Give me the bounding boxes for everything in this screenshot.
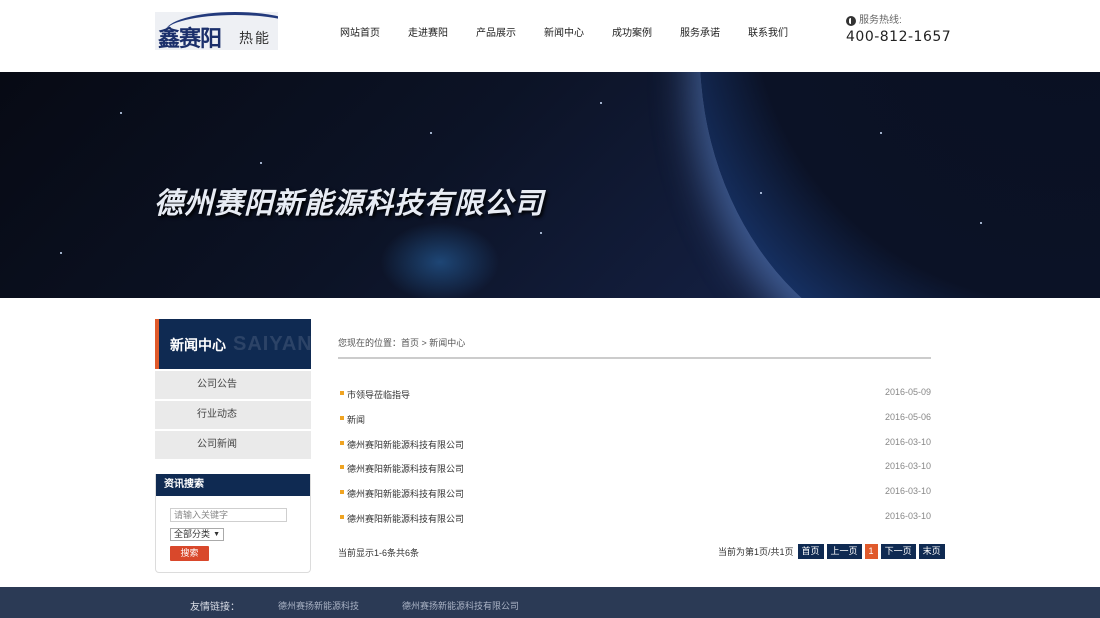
star	[120, 112, 122, 114]
last-page-button[interactable]: 末页	[918, 544, 945, 559]
nav-about[interactable]: 走进赛阳	[394, 27, 462, 41]
first-page-button[interactable]: 首页	[797, 544, 824, 559]
friend-links-label: 友情链接：	[190, 602, 240, 613]
news-date: 2016-03-10	[884, 486, 931, 497]
bullet-icon	[340, 490, 344, 495]
search-button[interactable]: 搜索	[170, 546, 209, 561]
news-list: 市领导莅临指导 2016-05-09 新闻 2016-05-06 德州赛阳新能源…	[338, 386, 931, 535]
nav-contact[interactable]: 联系我们	[734, 27, 802, 41]
news-date: 2016-03-10	[884, 436, 931, 447]
news-date: 2016-05-09	[884, 387, 931, 397]
star	[430, 132, 432, 134]
nav-service[interactable]: 服务承诺	[666, 27, 734, 41]
nav-cases[interactable]: 成功案例	[598, 27, 666, 41]
hero-banner: 德州赛阳新能源科技有限公司	[0, 72, 1100, 298]
news-title[interactable]: 德州赛阳新能源科技有限公司	[347, 487, 464, 500]
sidebar-header: SAIYANG 新闻中心	[155, 319, 311, 369]
divider	[338, 357, 931, 359]
pager-info: 当前显示1-6条共6条	[338, 548, 420, 558]
prev-page-button[interactable]: 上一页	[826, 544, 862, 559]
category-select[interactable]: 全部分类 ▼	[170, 528, 224, 541]
bullet-icon	[340, 440, 344, 445]
sidebar-watermark: SAIYANG	[233, 333, 311, 355]
footer: 友情链接： 德州赛扬新能源科技 德州赛扬新能源科技有限公司	[0, 587, 1100, 618]
list-item[interactable]: 德州赛阳新能源科技有限公司 2016-03-10	[338, 485, 931, 510]
category-select-value: 全部分类	[174, 529, 211, 539]
star	[980, 222, 982, 224]
star	[540, 232, 542, 234]
main-nav: 网站首页 走进赛阳 产品展示 新闻中心 成功案例 服务承诺 联系我们	[326, 27, 802, 41]
news-date: 2016-05-06	[884, 411, 931, 422]
pagination: 当前为第1页/共1页 首页 上一页 1 下一页 末页	[718, 544, 945, 559]
bullet-icon	[340, 465, 344, 470]
logo-sub-text: 热能	[239, 31, 271, 47]
current-page[interactable]: 1	[864, 544, 878, 559]
star	[600, 102, 602, 104]
friend-link[interactable]: 德州赛扬新能源科技	[278, 599, 359, 612]
chevron-down-icon: ▼	[213, 531, 220, 538]
banner-glow	[380, 222, 500, 298]
star	[760, 192, 762, 194]
list-item[interactable]: 德州赛阳新能源科技有限公司 2016-03-10	[338, 510, 931, 535]
next-page-button[interactable]: 下一页	[880, 544, 916, 559]
logo[interactable]: 鑫赛阳 热能	[155, 12, 278, 50]
hotline: 服务热线: 400-812-1657	[846, 15, 951, 45]
nav-products[interactable]: 产品展示	[462, 27, 530, 41]
news-title[interactable]: 市领导莅临指导	[347, 388, 410, 401]
star	[60, 252, 62, 254]
banner-title: 德州赛阳新能源科技有限公司	[154, 186, 545, 220]
news-title[interactable]: 新闻	[347, 413, 365, 426]
hotline-label: 服务热线:	[846, 15, 951, 27]
site-header: 鑫赛阳 热能 网站首页 走进赛阳 产品展示 新闻中心 成功案例 服务承诺 联系我…	[0, 0, 1100, 72]
friend-link[interactable]: 德州赛扬新能源科技有限公司	[402, 599, 519, 612]
search-title: 资讯搜索	[156, 474, 310, 496]
sidebar-item-company-news[interactable]: 公司新闻	[155, 431, 311, 459]
hotline-label-text: 服务热线:	[859, 15, 902, 26]
bullet-icon	[340, 391, 344, 395]
news-title[interactable]: 德州赛阳新能源科技有限公司	[347, 438, 464, 451]
sidebar-accent-bar	[155, 319, 159, 369]
breadcrumb: 您现在的位置：首页 > 新闻中心	[338, 338, 466, 348]
news-title[interactable]: 德州赛阳新能源科技有限公司	[347, 462, 464, 475]
phone-icon	[846, 16, 856, 26]
sidebar: SAIYANG 新闻中心 公司公告 行业动态 公司新闻	[155, 319, 311, 459]
search-panel: 资讯搜索 请输入关键字 全部分类 ▼ 搜索	[155, 474, 311, 573]
hotline-number: 400-812-1657	[846, 29, 952, 45]
sidebar-item-industry[interactable]: 行业动态	[155, 401, 311, 429]
sidebar-title: 新闻中心	[170, 337, 226, 353]
search-input[interactable]: 请输入关键字	[170, 508, 287, 522]
star	[880, 132, 882, 134]
nav-home[interactable]: 网站首页	[326, 27, 394, 41]
sidebar-item-announcements[interactable]: 公司公告	[155, 371, 311, 399]
news-date: 2016-03-10	[884, 461, 931, 472]
planet-graphic	[700, 72, 1100, 298]
page-indicator: 当前为第1页/共1页	[718, 547, 794, 557]
news-title[interactable]: 德州赛阳新能源科技有限公司	[347, 512, 464, 525]
bullet-icon	[340, 514, 344, 519]
list-item[interactable]: 德州赛阳新能源科技有限公司 2016-03-10	[338, 436, 931, 461]
list-item[interactable]: 新闻 2016-05-06	[338, 411, 931, 436]
bullet-icon	[340, 415, 344, 420]
list-item[interactable]: 德州赛阳新能源科技有限公司 2016-03-10	[338, 460, 931, 485]
news-date: 2016-03-10	[884, 510, 931, 521]
logo-main-text: 鑫赛阳	[158, 26, 222, 50]
star	[260, 162, 262, 164]
list-item[interactable]: 市领导莅临指导 2016-05-09	[338, 386, 931, 411]
nav-news[interactable]: 新闻中心	[530, 27, 598, 41]
